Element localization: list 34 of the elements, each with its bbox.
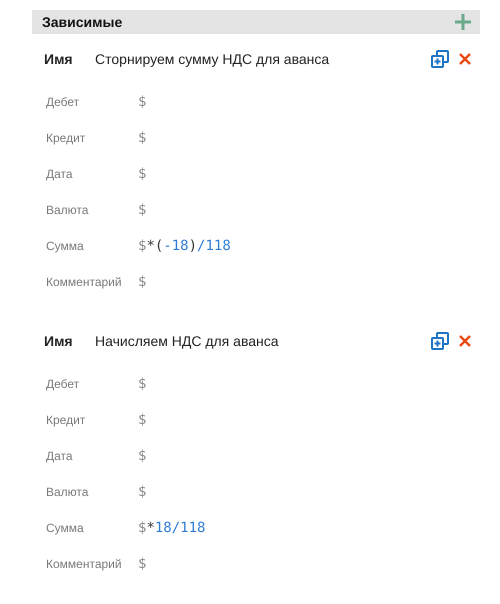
field-label: Сумма: [46, 521, 85, 535]
field-label: Сумма: [46, 239, 85, 253]
name-value: Сторнируем сумму НДС для аванса: [95, 51, 330, 67]
field-label: Валюта: [46, 203, 90, 217]
field-label: Дебет: [46, 377, 80, 391]
expression-value[interactable]: $: [138, 166, 146, 182]
field-label: Дата: [46, 449, 74, 463]
copy-icon[interactable]: [430, 49, 450, 69]
field-label: Имя: [44, 51, 74, 67]
field-label: Дебет: [46, 95, 80, 109]
field-label: Валюта: [46, 485, 90, 499]
expression-value[interactable]: $: [138, 484, 146, 500]
field-label: Кредит: [46, 131, 86, 145]
field-label: Комментарий: [46, 557, 123, 571]
expression-value[interactable]: $: [138, 412, 146, 428]
expression-value[interactable]: $: [138, 94, 146, 110]
field-label: Имя: [44, 333, 74, 349]
expression-value[interactable]: $: [138, 376, 146, 392]
expression-value[interactable]: $: [138, 130, 146, 146]
expression-value[interactable]: $: [138, 202, 146, 218]
add-icon[interactable]: [454, 13, 472, 31]
expression-value[interactable]: $: [138, 556, 146, 572]
expression-value[interactable]: $: [138, 274, 146, 290]
expression-value[interactable]: $*18/118: [138, 520, 206, 536]
field-label: Дата: [46, 167, 74, 181]
name-value: Начисляем НДС для аванса: [95, 333, 280, 349]
close-icon[interactable]: [458, 52, 472, 66]
expression-value[interactable]: $*(-18)/118: [138, 238, 231, 254]
section-title: Зависимые: [42, 14, 122, 30]
close-icon[interactable]: [458, 334, 472, 348]
field-label: Комментарий: [46, 275, 123, 289]
field-label: Кредит: [46, 413, 86, 427]
expression-value[interactable]: $: [138, 448, 146, 464]
copy-icon[interactable]: [430, 331, 450, 351]
